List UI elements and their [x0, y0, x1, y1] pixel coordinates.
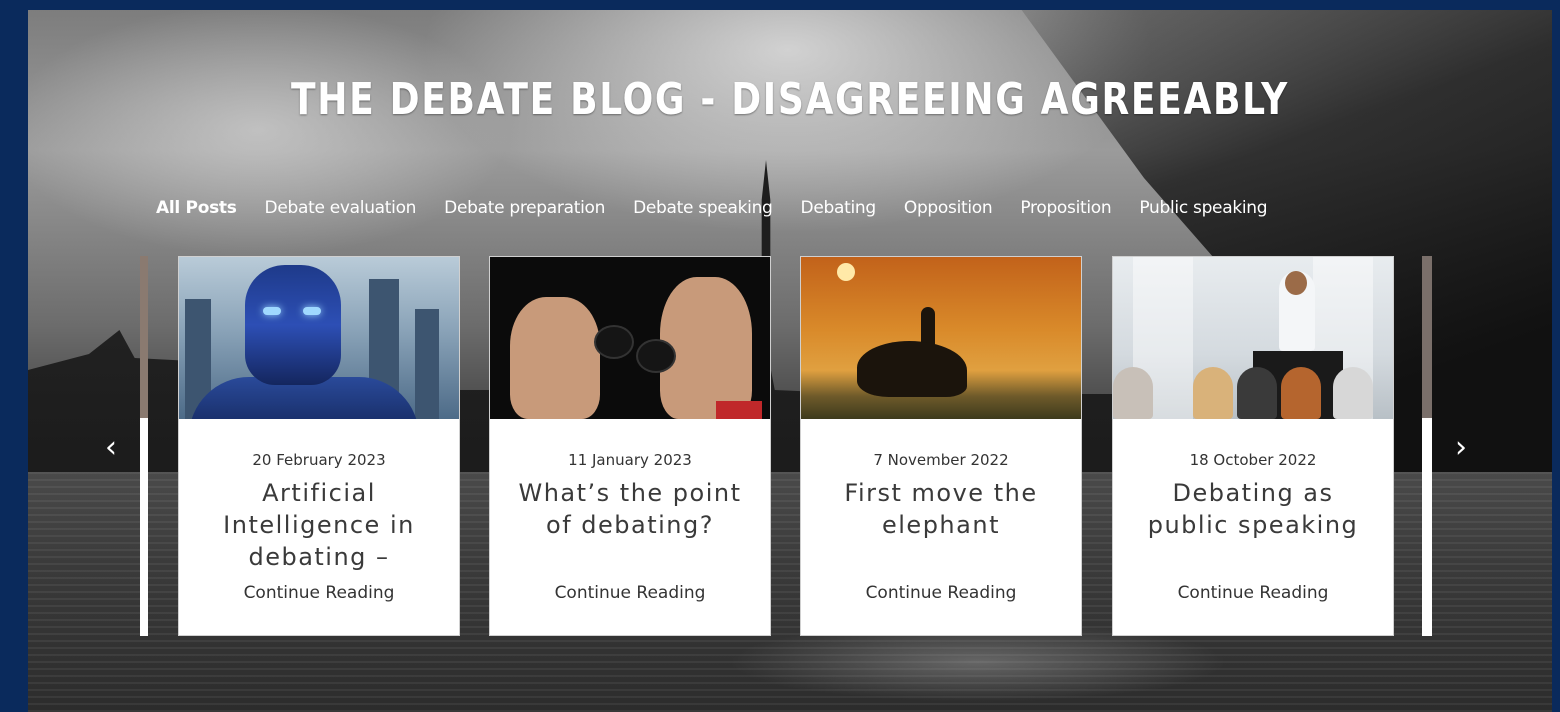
boxing-image: [490, 257, 770, 419]
post-date: 7 November 2022: [873, 451, 1009, 469]
carousel-next-button[interactable]: ›: [1446, 428, 1476, 468]
speaker-head: [1285, 271, 1307, 295]
audience-member: [1333, 367, 1373, 419]
audience-member: [1193, 367, 1233, 419]
carousel-peek-card-right[interactable]: [1422, 256, 1432, 636]
category-all-posts[interactable]: All Posts: [156, 198, 237, 218]
carousel-prev-button[interactable]: ‹: [96, 428, 126, 468]
category-public-speaking[interactable]: Public speaking: [1139, 198, 1267, 218]
post-card[interactable]: 20 February 2023 Artificial Intelligence…: [178, 256, 460, 636]
carousel-peek-card-left[interactable]: [140, 256, 148, 636]
peek-image-right: [1422, 256, 1432, 418]
continue-reading-link[interactable]: Continue Reading: [179, 583, 459, 603]
boxing-glove: [636, 339, 676, 373]
post-card-body: 11 January 2023 What’s the point of deba…: [490, 419, 770, 635]
post-card-body: 20 February 2023 Artificial Intelligence…: [179, 419, 459, 635]
chevron-right-icon: ›: [1455, 430, 1467, 465]
category-debating[interactable]: Debating: [801, 198, 877, 218]
post-card-body: 18 October 2022 Debating as public speak…: [1113, 419, 1393, 635]
hero-banner: THE DEBATE BLOG - DISAGREEING AGREEABLY …: [28, 10, 1552, 712]
post-date: 20 February 2023: [252, 451, 386, 469]
chevron-left-icon: ‹: [105, 430, 117, 465]
category-debate-speaking[interactable]: Debate speaking: [633, 198, 773, 218]
speaker-image: [1113, 257, 1393, 419]
post-date: 11 January 2023: [568, 451, 692, 469]
robot-eye: [303, 307, 321, 315]
audience-member: [1237, 367, 1277, 419]
robot-eye: [263, 307, 281, 315]
category-debate-preparation[interactable]: Debate preparation: [444, 198, 605, 218]
post-card[interactable]: 11 January 2023 What’s the point of deba…: [489, 256, 771, 636]
post-card-body: 7 November 2022 First move the elephant …: [801, 419, 1081, 635]
post-card[interactable]: 7 November 2022 First move the elephant …: [800, 256, 1082, 636]
post-title[interactable]: Artificial Intelligence in debating –: [204, 477, 434, 573]
continue-reading-link[interactable]: Continue Reading: [490, 583, 770, 603]
blog-title: THE DEBATE BLOG - DISAGREEING AGREEABLY: [291, 74, 1289, 125]
audience-member: [1113, 367, 1153, 419]
boxing-glove: [594, 325, 634, 359]
audience-member: [1281, 367, 1321, 419]
category-opposition[interactable]: Opposition: [904, 198, 993, 218]
robot-head: [245, 265, 341, 385]
continue-reading-link[interactable]: Continue Reading: [801, 583, 1081, 603]
post-card[interactable]: 18 October 2022 Debating as public speak…: [1112, 256, 1394, 636]
building-shape: [415, 309, 439, 419]
continue-reading-link[interactable]: Continue Reading: [1113, 583, 1393, 603]
post-title[interactable]: Debating as public speaking: [1138, 477, 1368, 573]
post-title[interactable]: What’s the point of debating?: [515, 477, 745, 573]
category-nav: All Posts Debate evaluation Debate prepa…: [156, 194, 1268, 222]
sun-shape: [837, 263, 855, 281]
boxer-left: [510, 297, 600, 419]
category-debate-evaluation[interactable]: Debate evaluation: [265, 198, 417, 218]
robot-image: [179, 257, 459, 419]
elephant-image: [801, 257, 1081, 419]
page-frame: THE DEBATE BLOG - DISAGREEING AGREEABLY …: [0, 0, 1560, 712]
peek-image-left: [140, 256, 148, 418]
post-date: 18 October 2022: [1189, 451, 1317, 469]
red-shorts: [716, 401, 762, 419]
post-title[interactable]: First move the elephant: [826, 477, 1056, 573]
category-proposition[interactable]: Proposition: [1020, 198, 1111, 218]
elephant-silhouette: [857, 341, 967, 397]
